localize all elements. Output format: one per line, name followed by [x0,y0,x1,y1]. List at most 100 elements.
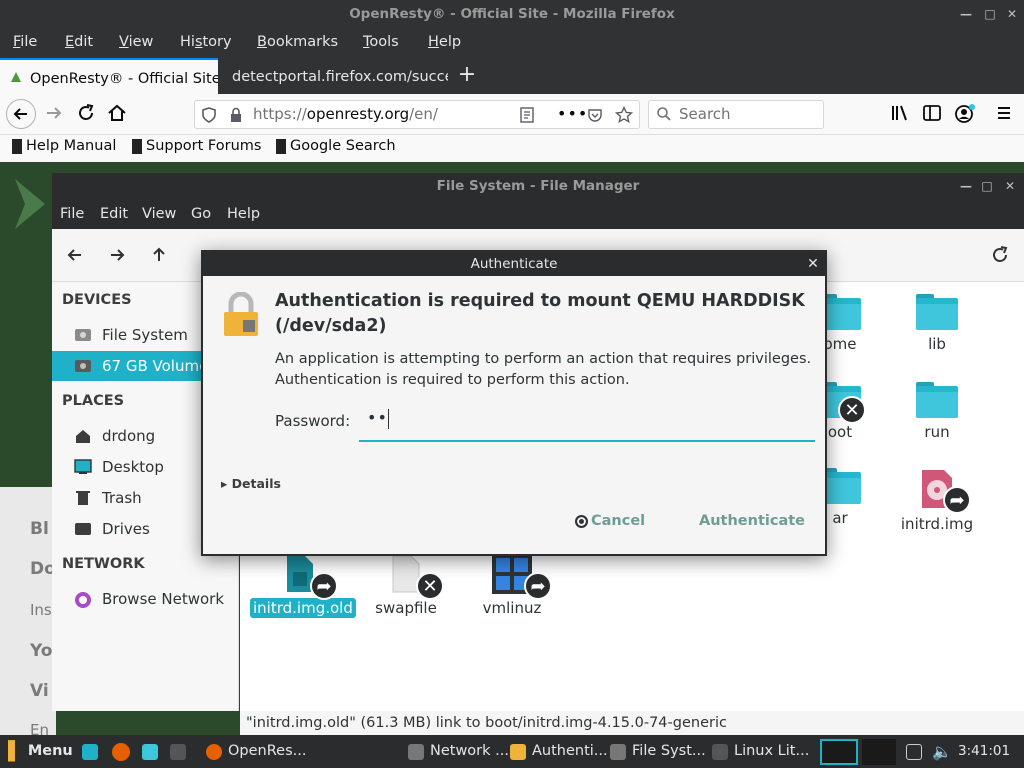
file-item-lib[interactable]: lib [887,294,987,354]
desktop-icon [74,459,92,475]
menu-file[interactable]: File [13,34,37,50]
library-icon[interactable] [890,104,910,122]
firefox-icon [206,743,222,760]
file-manager-launcher-icon[interactable] [142,744,158,760]
openresty-favicon-icon [9,70,23,84]
bookmark-help-manual[interactable]: Help Manual [12,138,116,154]
trash-icon [74,490,92,506]
menu-bookmarks[interactable]: Bookmarks [257,34,338,50]
firefox-window-title: OpenResty® - Official Site - Mozilla Fir… [349,6,675,22]
workspace-1-icon[interactable] [820,739,858,765]
file-manager-menubar: File Edit View Go Help [52,200,1024,229]
workspace-2-icon[interactable] [862,739,896,765]
start-menu-button[interactable]: ▌ Menu [8,735,73,768]
forward-icon[interactable] [108,246,126,264]
broken-link-icon: ✕ [416,572,444,600]
cancel-icon [575,514,588,528]
show-desktop-icon[interactable] [82,744,98,760]
url-text: https://openresty.org/en/ [253,105,438,123]
authenticate-button[interactable]: Authenticate [699,513,805,529]
forward-icon[interactable] [42,101,66,125]
fm-menu-view[interactable]: View [142,206,176,222]
menu-view[interactable]: View [119,34,153,50]
bookmark-star-icon[interactable] [615,106,633,124]
file-label: initrd.img.old [250,598,356,618]
firefox-launcher-icon[interactable] [112,743,130,761]
auth-dialog-window-title: Authenticate [470,256,558,272]
pocket-icon[interactable] [587,107,603,123]
sidebar-heading-devices: DEVICES [62,292,132,308]
tab-openresty-label: OpenResty® - Official Site [30,71,218,87]
password-label: Password: [275,412,351,430]
reload-icon[interactable] [74,101,98,125]
taskbar-item-authenticate[interactable]: Authenti... [510,735,608,768]
back-icon[interactable] [66,246,84,264]
volume-icon[interactable]: 🔈 [932,742,952,761]
close-icon[interactable]: ✕ [805,252,821,276]
back-icon[interactable] [6,99,36,129]
maximize-icon[interactable]: □ [982,6,998,22]
firefox-titlebar: OpenResty® - Official Site - Mozilla Fir… [0,0,1024,28]
tab-detectportal[interactable]: detectportal.firefox.com/success.txt [220,58,448,94]
up-icon[interactable] [150,246,168,264]
fm-menu-help[interactable]: Help [227,206,260,222]
bookmark-support-forums[interactable]: Support Forums [132,138,261,154]
search-icon [656,106,672,122]
url-bar[interactable]: https://openresty.org/en/ ••• [194,100,640,129]
broken-link-icon: ✕ [838,396,866,424]
file-label: initrd.img [900,515,974,533]
file-manager-icon [610,743,626,760]
folder-icon [916,294,958,330]
file-item-initrd-img[interactable]: initrd.img ➦ [887,468,987,534]
cancel-button[interactable]: Cancel [575,513,645,529]
reload-icon[interactable] [990,245,1010,265]
network-status-icon[interactable] [906,744,922,760]
file-item-initrd-img-old[interactable]: initrd.img.old ➦ [250,554,356,618]
details-expander[interactable]: ▸ Details [221,476,281,491]
sidebar-heading-network: NETWORK [62,556,145,572]
menu-history[interactable]: History [180,34,232,50]
reader-view-icon[interactable] [519,107,535,123]
clock[interactable]: 3:41:01 pm [958,735,1024,768]
sidebar-item-browse-network[interactable]: Browse Network [52,584,239,614]
web-text-fragment: Yo [30,641,53,661]
lock-icon [510,743,526,760]
menu-edit[interactable]: Edit [65,34,93,50]
search-input[interactable]: Search [648,100,824,129]
taskbar-item-linux-lite[interactable]: Linux Lit... [712,735,809,768]
sidebar-item-label: drdong [102,427,156,445]
hamburger-menu-icon[interactable] [994,104,1014,122]
fm-menu-edit[interactable]: Edit [100,206,128,222]
network-icon [408,743,424,760]
sidebar-icon[interactable] [922,104,942,122]
page-actions-icon[interactable]: ••• [557,104,588,123]
file-label: lib [928,335,946,353]
file-item-swapfile[interactable]: swapfile ✕ [356,554,456,618]
taskbar-item-file-system[interactable]: File Syst... [610,735,706,768]
lock-icon[interactable] [229,107,243,123]
home-icon[interactable] [105,101,129,125]
close-icon[interactable]: ✕ [1004,6,1020,22]
password-field[interactable]: •• [359,404,815,442]
fm-menu-file[interactable]: File [60,206,84,222]
taskbar-item-network[interactable]: Network ... [408,735,509,768]
file-item-vmlinuz[interactable]: vmlinuz ➦ [462,554,562,618]
bookmark-google-search[interactable]: Google Search [276,138,396,154]
minimize-icon[interactable]: — [958,6,974,22]
harddisk-icon [74,327,92,343]
terminal-launcher-icon[interactable] [170,744,186,760]
menu-help[interactable]: Help [428,34,461,50]
taskbar-item-firefox[interactable]: OpenRes... [206,735,306,768]
file-manager-statusbar: "initrd.img.old" (61.3 MB) link to boot/… [240,711,1024,735]
new-tab-icon[interactable]: + [456,64,478,86]
close-icon[interactable]: ✕ [1002,178,1018,194]
file-item-run[interactable]: run [887,382,987,442]
menu-tools[interactable]: Tools [363,34,399,50]
maximize-icon[interactable]: □ [979,178,995,194]
tab-openresty[interactable]: OpenResty® - Official Site [0,58,218,94]
fm-menu-go[interactable]: Go [191,206,211,222]
shield-icon[interactable] [201,107,217,123]
bookmark-icon [132,138,142,154]
minimize-icon[interactable]: — [958,178,974,194]
account-icon[interactable] [954,103,976,125]
